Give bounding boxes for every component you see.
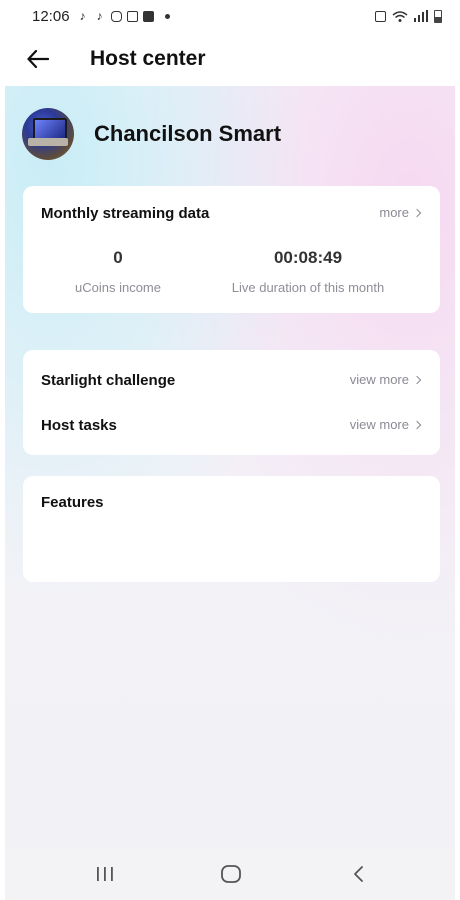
streaming-card-title: Monthly streaming data: [41, 205, 210, 222]
sim-lock-icon: [375, 10, 386, 22]
nav-back-button[interactable]: [328, 848, 388, 900]
back-icon: [354, 866, 363, 882]
view-more-label: view more: [349, 417, 409, 432]
stat-label: uCoins income: [75, 280, 161, 295]
system-nav-bar: [5, 848, 455, 900]
streaming-more-link[interactable]: more: [379, 205, 422, 220]
chevron-right-icon: [412, 375, 422, 384]
more-link-label: more: [379, 205, 409, 220]
checkbox-icon: [142, 10, 154, 22]
signal-icon: [414, 10, 428, 22]
stat-label: Live duration of this month: [231, 280, 385, 295]
features-title: Features: [41, 494, 104, 511]
battery-icon: [434, 9, 442, 23]
instagram-icon: [110, 10, 122, 22]
recent-apps-button[interactable]: [75, 848, 135, 900]
streaming-data-card: Monthly streaming data more 0 uCoins inc…: [23, 186, 440, 313]
uCoins-income-stat[interactable]: 0 uCoins income: [43, 248, 193, 295]
starlight-challenge-title: Starlight challenge: [41, 372, 176, 389]
home-button[interactable]: [201, 848, 261, 900]
host-tasks-title: Host tasks: [41, 417, 117, 434]
starlight-view-more-link[interactable]: view more: [349, 372, 422, 387]
tiktok-icon: ♪: [79, 9, 86, 23]
profile-header[interactable]: Chancilson Smart: [22, 108, 281, 160]
chevron-right-icon: [412, 420, 422, 429]
stat-value: 00:08:49: [273, 248, 343, 267]
status-time: 12:06: [32, 7, 70, 25]
view-more-label: view more: [349, 372, 409, 387]
arrow-left-icon: [27, 50, 49, 68]
recent-apps-icon: [97, 867, 113, 881]
links-card: Starlight challenge view more Host tasks…: [23, 350, 440, 455]
features-card: Features: [23, 476, 440, 582]
stat-value: 0: [113, 248, 123, 267]
host-tasks-view-more-link[interactable]: view more: [349, 417, 422, 432]
chevron-right-icon: [412, 208, 422, 217]
home-icon: [221, 865, 241, 883]
dot-icon: [164, 13, 170, 19]
wifi-icon: [392, 10, 408, 22]
status-right: [375, 9, 442, 23]
app-bar: Host center: [0, 36, 460, 82]
back-button[interactable]: [14, 36, 62, 82]
status-bar: 12:06 ♪ ♪: [0, 0, 460, 32]
tiktok-icon: ♪: [96, 9, 103, 23]
live-duration-stat[interactable]: 00:08:49 Live duration of this month: [213, 248, 403, 295]
avatar[interactable]: [22, 108, 74, 160]
page-title: Host center: [90, 47, 206, 70]
gallery-icon: [126, 10, 138, 22]
status-left: 12:06 ♪ ♪: [32, 8, 170, 25]
user-name: Chancilson Smart: [94, 121, 282, 146]
